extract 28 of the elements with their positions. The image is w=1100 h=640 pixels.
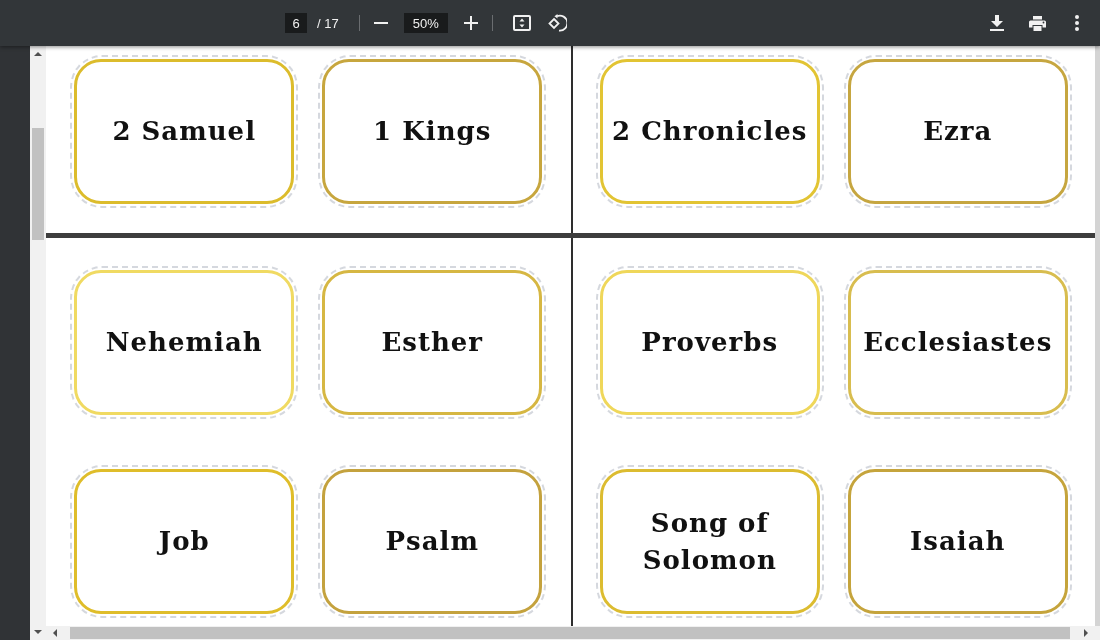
card-label: Job [158, 525, 210, 559]
card-label: Isaiah [910, 525, 1006, 559]
card-label: Psalm [385, 525, 479, 559]
download-icon [990, 15, 1004, 31]
card-label: Nehemiah [105, 326, 263, 360]
plus-icon [463, 16, 478, 30]
scrollbar-thumb[interactable] [70, 627, 1070, 639]
fit-page-icon [512, 15, 531, 31]
right-arrow-icon [1084, 629, 1088, 637]
card-label: 2 Chronicles [612, 115, 808, 149]
card-label: Proverbs [641, 326, 779, 360]
page-count: / 17 [317, 15, 339, 31]
card-label: 1 Kings [373, 115, 492, 149]
more-icon [1075, 15, 1079, 31]
rotate-icon [548, 13, 568, 33]
card-label: Esther [381, 326, 484, 360]
left-arrow-icon [53, 629, 57, 637]
printer-icon [1028, 15, 1046, 31]
minus-icon [373, 22, 388, 24]
scrollbar-thumb[interactable] [32, 128, 44, 240]
card-label: Song of Solomon [642, 507, 777, 577]
card-label: Ecclesiastes [863, 326, 1053, 360]
up-arrow-icon [34, 52, 42, 56]
page-number-field[interactable]: 6 [285, 13, 307, 33]
zoom-field[interactable]: 50% [403, 13, 448, 33]
down-arrow-icon [34, 630, 42, 634]
card-label: Ezra [923, 115, 993, 149]
card-label: 2 Samuel [112, 115, 257, 149]
